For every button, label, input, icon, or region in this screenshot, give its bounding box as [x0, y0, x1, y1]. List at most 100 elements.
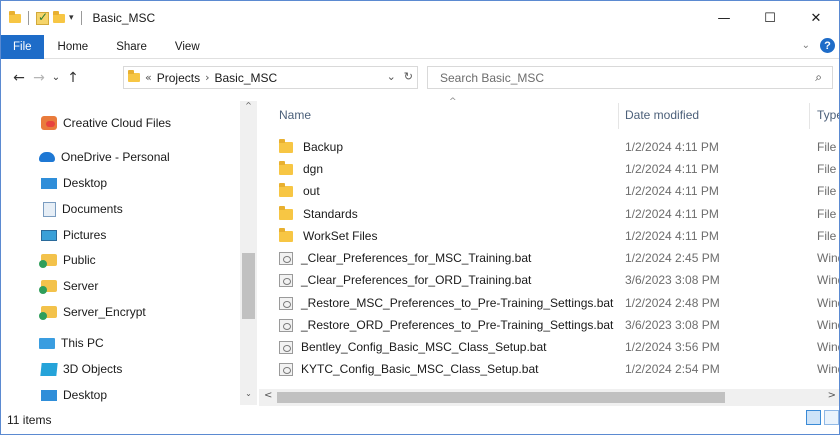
shared-folder-icon — [39, 280, 57, 294]
file-row-bat[interactable]: _Clear_Preferences_for_MSC_Training.bat … — [263, 247, 839, 269]
recent-locations-chevron-icon[interactable]: ⌄ — [49, 72, 63, 83]
customize-toolbar-dropdown[interactable]: ▾ — [69, 13, 74, 23]
nav-item-documents[interactable]: Documents — [43, 197, 123, 221]
nav-item-label: OneDrive - Personal — [61, 150, 170, 164]
back-arrow-icon[interactable]: ← — [9, 70, 29, 86]
nav-item-label: 3D Objects — [63, 362, 123, 376]
column-divider[interactable] — [618, 103, 619, 129]
file-name-cell: dgn — [279, 160, 323, 176]
nav-item-label: Server_Encrypt — [63, 305, 146, 319]
folder-icon — [279, 160, 293, 175]
file-name: Standards — [303, 207, 358, 221]
folder-icon — [279, 182, 293, 197]
scrollbar-thumb[interactable] — [277, 392, 725, 403]
breadcrumb-separator-icon[interactable]: › — [205, 71, 209, 84]
file-row-backup[interactable]: Backup 1/2/2024 4:11 PM File f — [263, 136, 839, 158]
tab-share[interactable]: Share — [102, 35, 161, 59]
ribbon-right-controls: ⌄ ? — [802, 38, 835, 53]
scroll-up-arrow-icon[interactable]: ^ — [240, 101, 257, 110]
nav-item-public[interactable]: Public — [39, 248, 96, 272]
tab-home[interactable]: Home — [44, 35, 103, 59]
file-row-bat[interactable]: _Restore_MSC_Preferences_to_Pre-Training… — [263, 292, 839, 314]
up-arrow-icon[interactable]: ↑ — [63, 70, 83, 86]
address-actions: ⌄ ↻ — [387, 70, 413, 83]
maximize-button[interactable]: ☐ — [747, 1, 793, 35]
file-row-bat[interactable]: _Clear_Preferences_for_ORD_Training.bat … — [263, 269, 839, 291]
file-row-dgn[interactable]: dgn 1/2/2024 4:11 PM File f — [263, 158, 839, 180]
tab-file[interactable]: File — [1, 34, 44, 59]
nav-item-label: Pictures — [63, 228, 107, 242]
file-name-cell: Standards — [279, 205, 358, 221]
nav-pane-scrollbar[interactable]: ^ ⌄ — [240, 101, 257, 405]
file-name: _Clear_Preferences_for_MSC_Training.bat — [301, 251, 532, 265]
breadcrumb-overflow[interactable]: « — [145, 71, 152, 84]
scroll-down-arrow-icon[interactable]: ⌄ — [240, 389, 257, 398]
shared-folder-icon — [39, 306, 57, 320]
file-row-workset-files[interactable]: WorkSet Files 1/2/2024 4:11 PM File f — [263, 225, 839, 247]
file-list: ^ Name Date modified Type Backup 1/2/202… — [263, 97, 839, 387]
pictures-icon — [41, 229, 57, 241]
file-row-standards[interactable]: Standards 1/2/2024 4:11 PM File f — [263, 203, 839, 225]
breadcrumb-projects[interactable]: Projects — [157, 71, 200, 85]
column-header-date-modified[interactable]: Date modified — [625, 97, 699, 133]
search-box[interactable]: Search Basic_MSC ⌕ — [427, 66, 833, 89]
large-icons-view-icon[interactable] — [824, 410, 839, 425]
help-icon[interactable]: ? — [820, 38, 835, 53]
file-name: KYTC_Config_Basic_MSC_Class_Setup.bat — [301, 362, 539, 376]
nav-item-creative-cloud-files[interactable]: Creative Cloud Files — [41, 111, 171, 135]
address-dropdown-chevron-icon[interactable]: ⌄ — [387, 70, 396, 83]
nav-item-this-pc[interactable]: This PC — [39, 331, 104, 355]
file-type: Wind — [817, 296, 839, 310]
details-view-icon[interactable] — [806, 410, 821, 425]
properties-check-icon[interactable] — [36, 10, 49, 25]
navigation-bar: ← → ⌄ ↑ « Projects › Basic_MSC ⌄ ↻ Searc… — [1, 60, 839, 95]
address-bar[interactable]: « Projects › Basic_MSC ⌄ ↻ — [123, 66, 418, 89]
minimize-button[interactable]: — — [701, 1, 747, 35]
search-icon[interactable]: ⌕ — [815, 70, 822, 85]
close-button[interactable]: ✕ — [793, 1, 839, 35]
nav-item-pictures[interactable]: Pictures — [41, 223, 106, 247]
tab-view[interactable]: View — [161, 35, 214, 59]
scroll-left-arrow-icon[interactable]: < — [264, 390, 272, 401]
search-placeholder: Search Basic_MSC — [440, 70, 545, 85]
folder-icon — [279, 138, 293, 153]
column-divider[interactable] — [809, 103, 810, 129]
file-row-bat[interactable]: _Restore_ORD_Preferences_to_Pre-Training… — [263, 314, 839, 336]
breadcrumb-basic-msc[interactable]: Basic_MSC — [215, 71, 278, 85]
toolbar-divider — [80, 11, 82, 25]
horizontal-scrollbar[interactable]: < > — [259, 389, 839, 406]
batch-file-icon — [279, 251, 293, 265]
file-date: 1/2/2024 4:11 PM — [625, 140, 719, 154]
explorer-window: ▾ Basic_MSC — ☐ ✕ File Home Share View ⌄… — [0, 0, 840, 435]
nav-item-desktop[interactable]: Desktop — [41, 171, 107, 195]
forward-arrow-icon[interactable]: → — [29, 70, 49, 86]
file-name-cell: out — [279, 182, 320, 198]
nav-item-label: Documents — [62, 202, 123, 216]
file-type: Wind — [817, 251, 839, 265]
nav-item-3d-objects[interactable]: 3D Objects — [40, 357, 123, 381]
file-name: Bentley_Config_Basic_MSC_Class_Setup.bat — [301, 340, 547, 354]
nav-item-server[interactable]: Server — [39, 274, 98, 298]
file-row-bat[interactable]: KYTC_Config_Basic_MSC_Class_Setup.bat 1/… — [263, 358, 839, 380]
file-type: File f — [817, 229, 839, 243]
file-row-out[interactable]: out 1/2/2024 4:11 PM File f — [263, 180, 839, 202]
new-folder-icon[interactable] — [53, 10, 65, 23]
file-name: out — [303, 184, 320, 198]
refresh-icon[interactable]: ↻ — [404, 70, 413, 83]
title-bar: ▾ Basic_MSC — ☐ ✕ — [1, 1, 839, 35]
documents-icon — [43, 201, 56, 217]
file-row-bat[interactable]: Bentley_Config_Basic_MSC_Class_Setup.bat… — [263, 336, 839, 358]
scrollbar-thumb[interactable] — [242, 253, 255, 319]
file-date: 1/2/2024 2:48 PM — [625, 296, 720, 310]
shared-folder-icon — [39, 254, 57, 268]
file-name-cell: _Clear_Preferences_for_MSC_Training.bat — [279, 251, 531, 265]
folder-icon[interactable] — [9, 10, 21, 23]
column-header-type[interactable]: Type — [817, 97, 839, 133]
column-header-name[interactable]: Name — [279, 97, 311, 133]
nav-item-desktop[interactable]: Desktop — [41, 383, 107, 405]
expand-ribbon-chevron-icon[interactable]: ⌄ — [802, 40, 810, 51]
nav-item-server-encrypt[interactable]: Server_Encrypt — [39, 300, 146, 324]
scroll-right-arrow-icon[interactable]: > — [828, 390, 836, 401]
nav-item-onedrive[interactable]: OneDrive - Personal — [39, 145, 170, 169]
view-toggle — [806, 410, 839, 425]
